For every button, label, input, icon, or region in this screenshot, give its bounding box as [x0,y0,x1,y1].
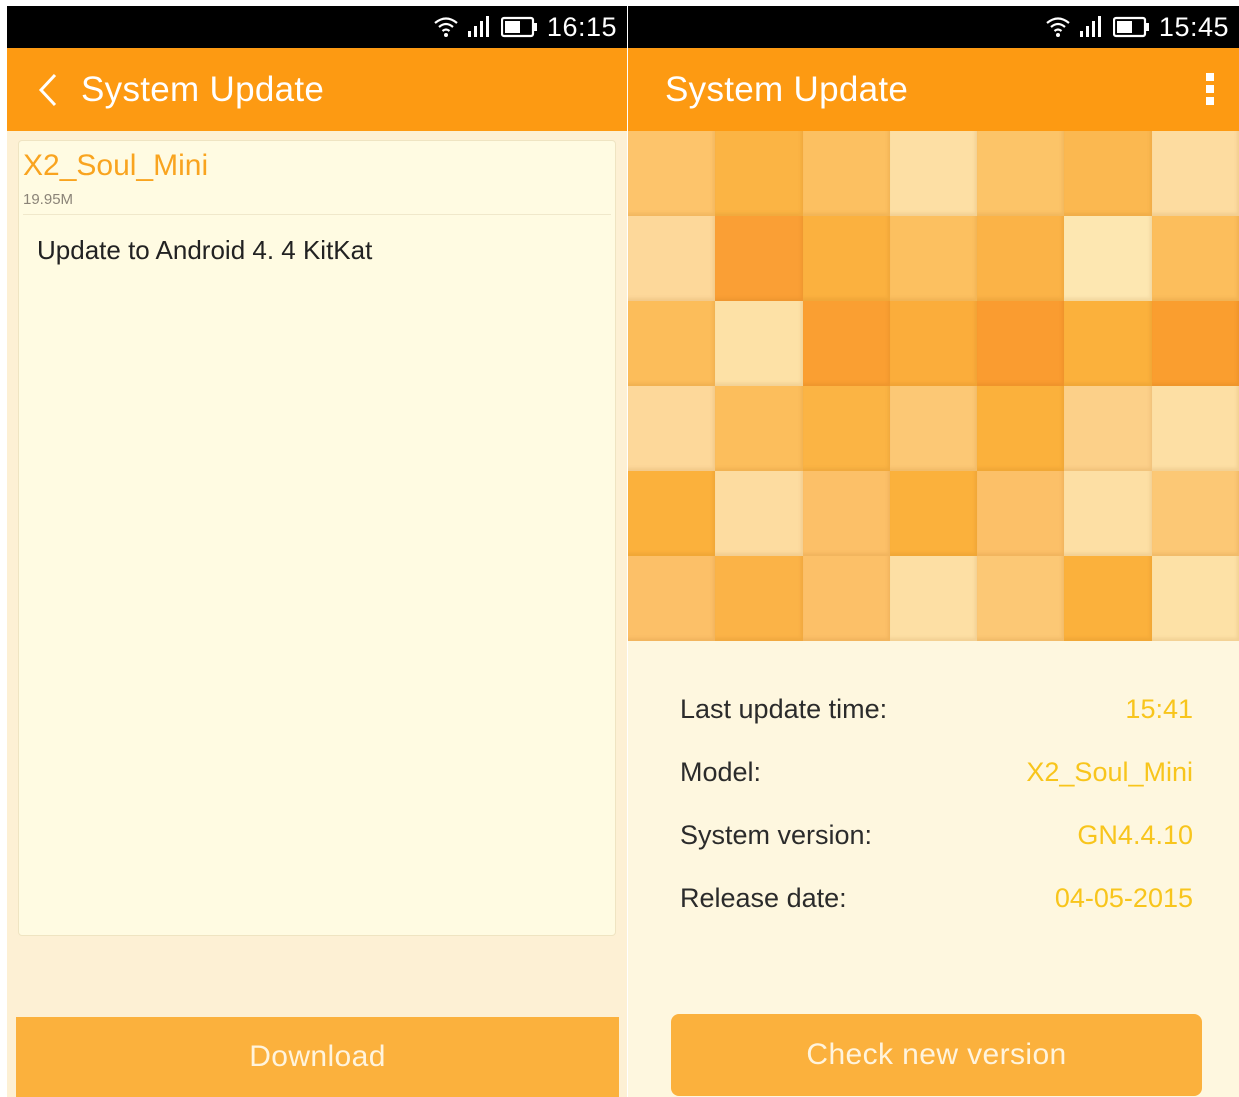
banner-tile [715,386,803,471]
banner-tile [1064,471,1152,556]
banner-tile [628,556,716,641]
signal-icon [1079,15,1105,39]
update-description: Update to Android 4. 4 KitKat [37,235,373,265]
banner-tile [715,216,803,301]
info-value: 15:41 [1125,694,1193,724]
info-label: Release date: [680,883,847,913]
banner-tile [628,131,716,216]
banner-tile [715,301,803,386]
app-bar: System Update [7,48,627,131]
banner-tile [1151,301,1239,386]
more-vertical-icon[interactable] [1203,73,1217,107]
banner-tile [802,301,890,386]
status-bar: 16:15 [7,6,627,48]
update-package-size: 19.95M [23,191,74,208]
banner-tile [802,216,890,301]
banner-tile [1151,556,1239,641]
banner-tile [715,131,803,216]
update-card: X2_Soul_Mini 19.95M Update to Android 4.… [18,140,616,936]
banner-tile [802,471,890,556]
banner-tile [1064,131,1152,216]
banner-tile [628,301,716,386]
page-title: System Update [665,69,909,109]
banner-tile [802,131,890,216]
banner-tile [628,216,716,301]
banner-tile [977,386,1065,471]
banner-tile [1064,216,1152,301]
wifi-icon [1045,15,1071,39]
right-screen: 15:45 System Update Last update time: 15:… [628,6,1239,1097]
banner-tile [1064,301,1152,386]
info-value: GN4.4.10 [1077,820,1193,850]
battery-icon [500,15,539,39]
status-time: 15:45 [1158,11,1229,42]
banner-tile [977,556,1065,641]
device-info-list: Last update time: 15:41 Model: X2_Soul_Mini… [680,694,1193,946]
banner-tile [977,301,1065,386]
info-value: X2_Soul_Mini [1026,757,1193,787]
banner-tile [889,301,978,386]
banner-tile [889,471,978,556]
info-row: Last update time: 15:41 [680,694,1193,757]
page-title: System Update [81,69,325,109]
download-button[interactable]: Download [16,1017,619,1097]
status-time: 16:15 [546,11,617,42]
info-row: Release date: 04-05-2015 [680,883,1193,946]
banner-tile [715,556,803,641]
banner-tile [1151,386,1239,471]
banner-tile [802,386,890,471]
divider [23,214,611,215]
banner-tile [1064,556,1152,641]
info-row: Model: X2_Soul_Mini [680,757,1193,820]
info-row: System version: GN4.4.10 [680,820,1193,883]
wifi-icon [433,15,459,39]
banner-tile [628,386,716,471]
chevron-left-icon [38,73,57,106]
banner-tile [1151,131,1239,216]
banner-tile [1151,216,1239,301]
info-label: Model: [680,757,762,787]
banner-tile [628,471,716,556]
info-value: 04-05-2015 [1054,883,1193,913]
update-package-name: X2_Soul_Mini [23,149,209,182]
banner-tile [802,556,890,641]
banner-tile [1064,386,1152,471]
left-screen: 16:15 System Update X2_Soul_Mini 19.95M … [7,6,627,1097]
check-new-version-button[interactable]: Check new version [671,1014,1202,1096]
banner-tile [977,216,1065,301]
info-label: System version: [680,820,873,850]
banner-tile [1151,471,1239,556]
app-bar: System Update [628,48,1239,131]
banner-mosaic [628,131,1239,641]
status-bar: 15:45 [628,6,1239,48]
info-label: Last update time: [680,694,888,724]
banner-tile [977,131,1065,216]
banner-tile [889,216,978,301]
banner-tile [889,386,978,471]
banner-tile [715,471,803,556]
banner-tile [889,131,978,216]
banner-tile [977,471,1065,556]
back-button[interactable] [37,72,59,108]
battery-icon [1112,15,1151,39]
banner-tile [889,556,978,641]
signal-icon [467,15,493,39]
